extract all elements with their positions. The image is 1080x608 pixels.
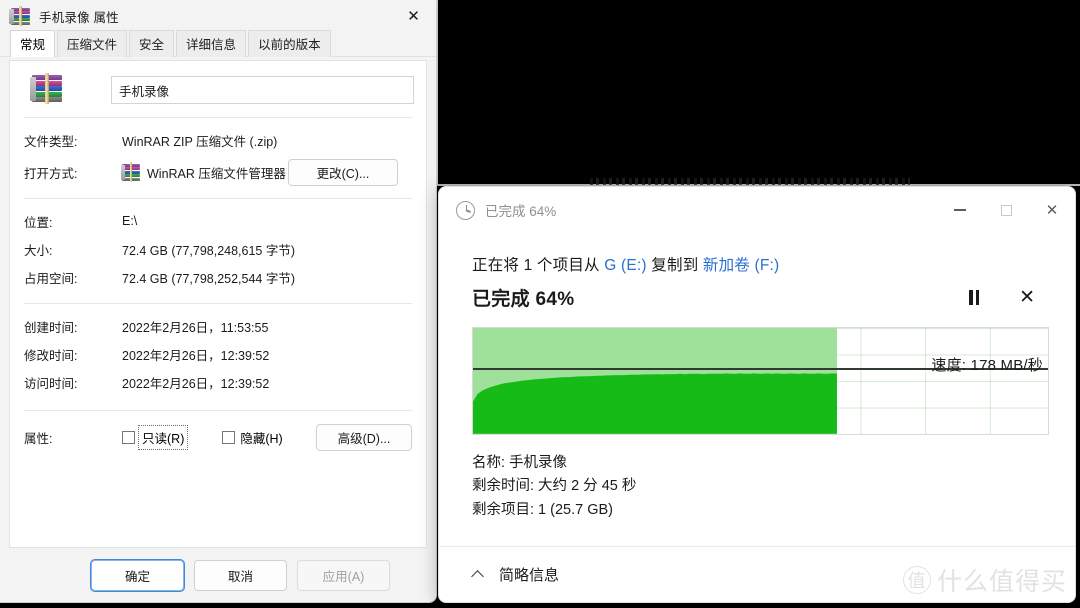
- file-properties-dialog: 手机录像 属性 ✕ 常规 压缩文件 安全 详细信息 以前的版本 手机录像 文件类…: [0, 0, 437, 603]
- copy-progress-row: 已完成 64% ✕: [472, 284, 1049, 311]
- ok-button[interactable]: 确定: [91, 560, 184, 591]
- maximize-icon: [983, 187, 1029, 233]
- size-on-disk-label: 占用空间:: [24, 271, 78, 286]
- hidden-label: 隐藏(H): [240, 431, 283, 446]
- file-name-row: 手机录像: [10, 61, 426, 105]
- properties-titlebar: 手机录像 属性 ✕: [0, 0, 436, 32]
- size-on-disk-row: 占用空间: 72.4 GB (77,798,252,544 字节): [24, 263, 412, 291]
- accessed-value: 2022年2月26日，12:39:52: [122, 376, 270, 391]
- screen-root: 手机录像 属性 ✕ 常规 压缩文件 安全 详细信息 以前的版本 手机录像 文件类…: [0, 0, 1080, 608]
- watermark-text: 什么值得买: [936, 568, 1067, 596]
- transfer-speed-chart: 速度: 178 MB/秒: [472, 327, 1049, 435]
- copy-prefix: 正在将 1 个项目从: [472, 257, 605, 274]
- winrar-small-icon: [120, 162, 140, 182]
- background-window-statusbar: [590, 178, 910, 185]
- winrar-archive-icon: [9, 6, 30, 26]
- properties-general-panel: 手机录像 文件类型: WinRAR ZIP 压缩文件 (.zip) 打开方式:: [9, 60, 427, 548]
- tab-archive[interactable]: 压缩文件: [57, 30, 128, 57]
- copy-destination[interactable]: 新加卷 (F:): [703, 257, 780, 274]
- accessed-row: 访问时间: 2022年2月26日，12:39:52: [24, 368, 412, 396]
- properties-tabs: 常规 压缩文件 安全 详细信息 以前的版本: [0, 30, 436, 57]
- copy-details: 名称: 手机录像 剩余时间: 大约 2 分 45 秒 剩余项目: 1 (25.7…: [472, 452, 1049, 522]
- copy-body: 正在将 1 个项目从 G (E:) 复制到 新加卷 (F:) 已完成 64% ✕: [439, 233, 1075, 522]
- size-label: 大小:: [24, 243, 53, 258]
- window-controls: ✕: [937, 187, 1075, 233]
- properties-title: 手机录像 属性: [39, 10, 119, 25]
- divider: [24, 410, 412, 411]
- file-type-row: 文件类型: WinRAR ZIP 压缩文件 (.zip): [24, 126, 412, 154]
- opens-with-app-name: WinRAR 压缩文件管理器: [147, 166, 286, 181]
- chart-speed-label: 速度: 178 MB/秒: [931, 357, 1043, 374]
- hidden-checkbox-group[interactable]: 隐藏(H): [222, 428, 283, 447]
- tab-security[interactable]: 安全: [129, 30, 175, 57]
- readonly-checkbox-group[interactable]: 只读(R): [122, 424, 189, 450]
- apply-button: 应用(A): [297, 560, 390, 591]
- accessed-label: 访问时间:: [24, 376, 78, 391]
- file-name-input[interactable]: 手机录像: [111, 76, 414, 104]
- watermark: 值 什么值得买: [902, 562, 1067, 598]
- watermark-badge: 值: [902, 566, 931, 594]
- location-row: 位置: E:\: [24, 207, 412, 235]
- tab-details[interactable]: 详细信息: [176, 30, 247, 57]
- attributes-label: 属性:: [24, 431, 53, 446]
- detail-items-remaining: 剩余项目: 1 (25.7 GB): [472, 501, 614, 518]
- size-on-disk-value: 72.4 GB (77,798,252,544 字节): [122, 271, 296, 286]
- created-row: 创建时间: 2022年2月26日，11:53:55: [24, 312, 412, 340]
- chart-area-path: [473, 373, 837, 434]
- winrar-archive-large-icon: [29, 73, 66, 105]
- close-icon[interactable]: ✕: [1029, 187, 1075, 233]
- modified-label: 修改时间:: [24, 348, 78, 363]
- detail-time-remaining: 剩余时间: 大约 2 分 45 秒: [472, 478, 637, 495]
- cancel-transfer-icon[interactable]: ✕: [1019, 288, 1035, 307]
- opens-with-label: 打开方式:: [24, 166, 78, 181]
- background-window-canvas: [876, 0, 1080, 180]
- readonly-checkbox[interactable]: [122, 430, 135, 444]
- copy-action-buttons: ✕: [969, 288, 1049, 307]
- hidden-checkbox[interactable]: [222, 430, 236, 444]
- location-label: 位置:: [24, 215, 53, 230]
- tab-general[interactable]: 常规: [10, 30, 56, 57]
- tab-previous-versions[interactable]: 以前的版本: [248, 30, 331, 57]
- pause-icon[interactable]: [969, 290, 980, 305]
- minimize-icon[interactable]: [937, 187, 983, 233]
- copy-titlebar: 已完成 64% ✕: [439, 187, 1075, 233]
- size-value: 72.4 GB (77,798,248,615 字节): [122, 243, 296, 258]
- advanced-button[interactable]: 高级(D)...: [316, 423, 412, 451]
- copy-source[interactable]: G (E:): [604, 257, 647, 274]
- change-app-button[interactable]: 更改(C)...: [288, 158, 398, 186]
- opens-with-value: WinRAR 压缩文件管理器: [120, 162, 286, 182]
- copy-operation-line: 正在将 1 个项目从 G (E:) 复制到 新加卷 (F:): [472, 253, 1049, 275]
- modified-row: 修改时间: 2022年2月26日，12:39:52: [24, 340, 412, 368]
- modified-value: 2022年2月26日，12:39:52: [122, 348, 270, 363]
- readonly-label: 只读(R): [137, 424, 189, 450]
- created-label: 创建时间:: [24, 320, 78, 335]
- size-row: 大小: 72.4 GB (77,798,248,615 字节): [24, 235, 412, 263]
- copy-middle: 复制到: [646, 257, 703, 274]
- attributes-row: 属性: 只读(R) 隐藏(H) 高级(D)...: [10, 417, 426, 457]
- copy-title: 已完成 64%: [485, 204, 557, 219]
- file-type-label: 文件类型:: [24, 134, 78, 149]
- location-value: E:\: [122, 214, 138, 228]
- chart-speed-area: [473, 368, 837, 434]
- cancel-button[interactable]: 取消: [194, 560, 287, 591]
- copy-percent-text: 已完成 64%: [472, 289, 575, 310]
- less-details-label[interactable]: 简略信息: [499, 564, 559, 585]
- opens-with-row: 打开方式: WinRAR 压缩文件管理器 更改(C)...: [24, 158, 412, 186]
- copy-progress-dialog: 已完成 64% ✕ 正在将 1 个项目从 G (E:) 复制到 新加卷 (F:)…: [438, 186, 1076, 603]
- properties-footer: 确定 取消 应用(A): [0, 549, 436, 602]
- location-group: 位置: E:\ 大小: 72.4 GB (77,798,248,615 字节) …: [10, 199, 426, 291]
- close-icon[interactable]: ✕: [391, 0, 436, 32]
- detail-name: 名称: 手机录像: [472, 455, 568, 471]
- clock-icon: [456, 200, 475, 220]
- background-window: [436, 0, 1080, 186]
- type-group: 文件类型: WinRAR ZIP 压缩文件 (.zip) 打开方式: WinRA…: [10, 118, 426, 186]
- file-type-value: WinRAR ZIP 压缩文件 (.zip): [122, 134, 278, 149]
- chevron-up-icon[interactable]: [472, 568, 485, 581]
- created-value: 2022年2月26日，11:53:55: [122, 320, 269, 335]
- timestamps-group: 创建时间: 2022年2月26日，11:53:55 修改时间: 2022年2月2…: [10, 304, 426, 396]
